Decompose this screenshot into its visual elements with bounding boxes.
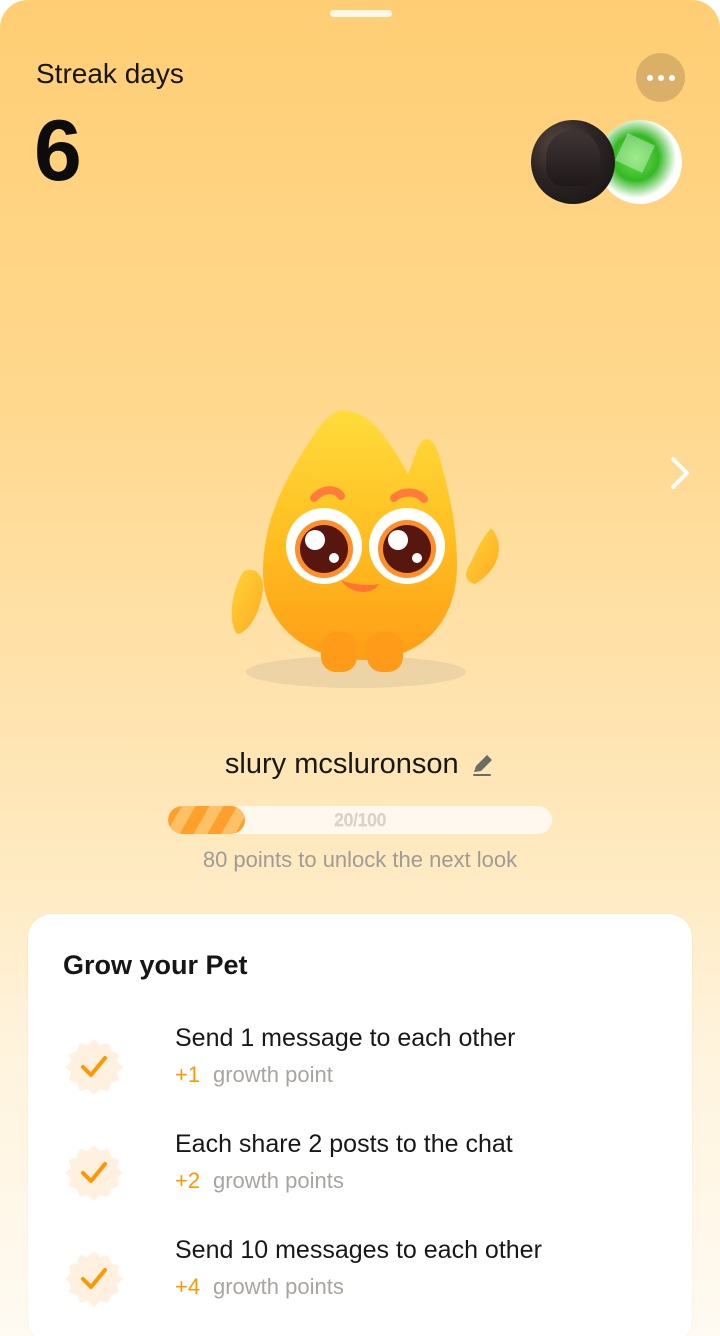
pet-illustration [231,410,499,688]
pet-name-row: slury mcsluronson [0,748,720,781]
streak-count: 6 [34,103,82,199]
chevron-right-icon [671,457,689,489]
more-icon [646,74,653,81]
grow-pet-card: Grow your Pet Send 1 message to each oth… [28,914,692,1336]
task-points: +2 [175,1168,201,1193]
pet-character[interactable] [225,398,515,698]
task-item: Send 1 message to each other +1 growth p… [63,1024,663,1102]
unlock-message: 80 points to unlock the next look [202,847,518,872]
growth-progress-bar: 20/100 [168,806,552,834]
sheet-grabber[interactable] [330,10,392,17]
more-icon [668,74,675,81]
check-badge-icon [65,1039,123,1095]
streak-label: Streak days [36,58,184,89]
growth-progress-text: 20/100 [333,810,387,830]
more-button[interactable] [636,53,685,102]
next-look-button[interactable] [662,452,698,494]
more-icon [657,74,664,81]
task-points-label: growth points [213,1168,344,1193]
task-points-label: growth points [213,1274,344,1299]
streak-pet-sheet: Streak days 6 slury mcsluronson 20/100 8… [0,0,720,1336]
check-badge-icon [65,1145,123,1201]
task-title: Each share 2 posts to the chat [175,1130,513,1158]
task-title: Send 1 message to each other [175,1024,516,1052]
pet-name: slury mcsluronson [224,748,459,780]
task-item: Each share 2 posts to the chat +2 growth… [63,1130,663,1208]
task-points: +4 [175,1274,201,1299]
check-badge-icon [65,1251,123,1307]
task-points: +1 [175,1062,201,1087]
task-points-label: growth point [213,1062,333,1087]
user-avatar-a [531,120,615,204]
pencil-icon[interactable] [469,752,495,778]
task-title: Send 10 messages to each other [175,1236,542,1264]
task-item: Send 10 messages to each other +4 growth… [63,1236,663,1314]
grow-pet-title: Grow your Pet [63,950,248,980]
